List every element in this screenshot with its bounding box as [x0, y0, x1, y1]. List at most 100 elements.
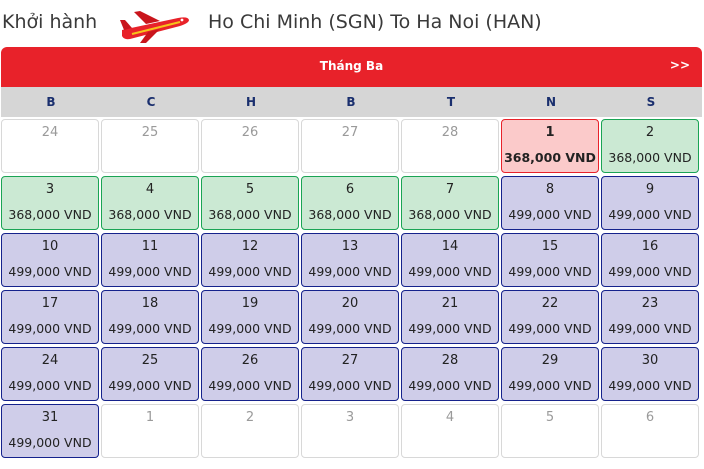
- day-number: 10: [41, 239, 59, 254]
- day-number: 2: [645, 125, 655, 140]
- calendar-day-empty: 5: [501, 404, 599, 458]
- calendar-day-empty: 4: [401, 404, 499, 458]
- calendar-day-cell[interactable]: 15 499,000 VND: [501, 233, 599, 287]
- calendar-day-cell[interactable]: 14 499,000 VND: [401, 233, 499, 287]
- day-number: 3: [345, 410, 355, 425]
- day-price: 499,000 VND: [8, 264, 92, 279]
- day-price: 499,000 VND: [608, 207, 692, 222]
- calendar-day-cell[interactable]: 31 499,000 VND: [1, 404, 99, 458]
- day-number: 19: [241, 296, 259, 311]
- calendar-day-cell[interactable]: 29 499,000 VND: [501, 347, 599, 401]
- day-price: 499,000 VND: [8, 435, 92, 450]
- calendar-day-cell[interactable]: 12 499,000 VND: [201, 233, 299, 287]
- calendar-day-cell[interactable]: 22 499,000 VND: [501, 290, 599, 344]
- calendar-day-cell[interactable]: 25 499,000 VND: [101, 347, 199, 401]
- day-number: 17: [41, 296, 59, 311]
- day-price: 368,000 VND: [408, 207, 492, 222]
- calendar-day-cell[interactable]: 17 499,000 VND: [1, 290, 99, 344]
- day-number: 4: [445, 410, 455, 425]
- month-bar: Tháng Ba >>: [1, 47, 702, 87]
- calendar-day-empty: 28: [401, 119, 499, 173]
- day-price: 499,000 VND: [308, 264, 392, 279]
- next-month-button[interactable]: >>: [670, 58, 690, 72]
- calendar-day-empty: 3: [301, 404, 399, 458]
- calendar-day-cell[interactable]: 18 499,000 VND: [101, 290, 199, 344]
- day-number: 14: [441, 239, 459, 254]
- calendar-day-cell[interactable]: 3 368,000 VND: [1, 176, 99, 230]
- day-number: 27: [341, 125, 359, 140]
- calendar-day-cell[interactable]: 23 499,000 VND: [601, 290, 699, 344]
- day-number: 22: [541, 296, 559, 311]
- calendar-day-cell[interactable]: 16 499,000 VND: [601, 233, 699, 287]
- day-number: 5: [245, 182, 255, 197]
- day-number: 24: [41, 125, 59, 140]
- day-number: 24: [41, 353, 59, 368]
- day-number: 6: [345, 182, 355, 197]
- day-price: 499,000 VND: [108, 378, 192, 393]
- day-price: 499,000 VND: [308, 321, 392, 336]
- day-price: 499,000 VND: [408, 378, 492, 393]
- weekday-label: N: [545, 95, 557, 109]
- day-price: 499,000 VND: [308, 378, 392, 393]
- day-number: 18: [141, 296, 159, 311]
- day-number: 27: [341, 353, 359, 368]
- route-title: Ho Chi Minh (SGN) To Ha Noi (HAN): [208, 11, 542, 33]
- day-number: 21: [441, 296, 459, 311]
- calendar-day-empty: 2: [201, 404, 299, 458]
- page-header: Khởi hành Ho Chi Minh (SGN) To Ha Noi (H…: [0, 0, 704, 46]
- day-number: 31: [41, 410, 59, 425]
- calendar-day-cell[interactable]: 13 499,000 VND: [301, 233, 399, 287]
- day-price: 499,000 VND: [208, 321, 292, 336]
- day-price: 499,000 VND: [608, 264, 692, 279]
- calendar-day-cell[interactable]: 9 499,000 VND: [601, 176, 699, 230]
- day-price: 368,000 VND: [8, 207, 92, 222]
- day-price: 499,000 VND: [508, 378, 592, 393]
- day-number: 8: [545, 182, 555, 197]
- weekday-label: T: [446, 95, 456, 109]
- calendar-day-cell[interactable]: 28 499,000 VND: [401, 347, 499, 401]
- calendar-day-cell[interactable]: 19 499,000 VND: [201, 290, 299, 344]
- weekday-label: B: [346, 95, 356, 109]
- day-price: 499,000 VND: [108, 264, 192, 279]
- calendar-day-cell[interactable]: 1 368,000 VND: [501, 119, 599, 173]
- calendar-day-cell[interactable]: 10 499,000 VND: [1, 233, 99, 287]
- day-number: 1: [145, 410, 155, 425]
- day-number: 5: [545, 410, 555, 425]
- day-number: 28: [441, 353, 459, 368]
- day-number: 15: [541, 239, 559, 254]
- calendar-day-cell[interactable]: 27 499,000 VND: [301, 347, 399, 401]
- day-number: 20: [341, 296, 359, 311]
- day-number: 16: [641, 239, 659, 254]
- day-number: 30: [641, 353, 659, 368]
- calendar-day-cell[interactable]: 21 499,000 VND: [401, 290, 499, 344]
- calendar-day-cell[interactable]: 30 499,000 VND: [601, 347, 699, 401]
- month-title: Tháng Ba: [319, 59, 384, 73]
- weekday-label: H: [245, 95, 257, 109]
- calendar-day-cell[interactable]: 26 499,000 VND: [201, 347, 299, 401]
- day-price: 499,000 VND: [408, 321, 492, 336]
- weekday-label: S: [646, 95, 656, 109]
- day-price: 499,000 VND: [208, 378, 292, 393]
- calendar-day-cell[interactable]: 11 499,000 VND: [101, 233, 199, 287]
- calendar-day-cell[interactable]: 2 368,000 VND: [601, 119, 699, 173]
- day-price: 499,000 VND: [508, 207, 592, 222]
- day-price: 499,000 VND: [608, 321, 692, 336]
- calendar-day-cell[interactable]: 4 368,000 VND: [101, 176, 199, 230]
- calendar-day-cell[interactable]: 20 499,000 VND: [301, 290, 399, 344]
- day-number: 23: [641, 296, 659, 311]
- calendar-day-empty: 27: [301, 119, 399, 173]
- day-price: 499,000 VND: [8, 321, 92, 336]
- calendar-day-cell[interactable]: 6 368,000 VND: [301, 176, 399, 230]
- calendar-grid: 24 25 26 27 28 1 368,000 VND 2 368,000 VND 3 368,0…: [1, 119, 703, 467]
- calendar-day-cell[interactable]: 7 368,000 VND: [401, 176, 499, 230]
- calendar-day-empty: 25: [101, 119, 199, 173]
- day-price: 499,000 VND: [408, 264, 492, 279]
- day-number: 25: [141, 125, 159, 140]
- day-price: 368,000 VND: [308, 207, 392, 222]
- calendar-day-cell[interactable]: 8 499,000 VND: [501, 176, 599, 230]
- day-number: 29: [541, 353, 559, 368]
- calendar-day-cell[interactable]: 24 499,000 VND: [1, 347, 99, 401]
- day-number: 7: [445, 182, 455, 197]
- day-price: 499,000 VND: [208, 264, 292, 279]
- calendar-day-cell[interactable]: 5 368,000 VND: [201, 176, 299, 230]
